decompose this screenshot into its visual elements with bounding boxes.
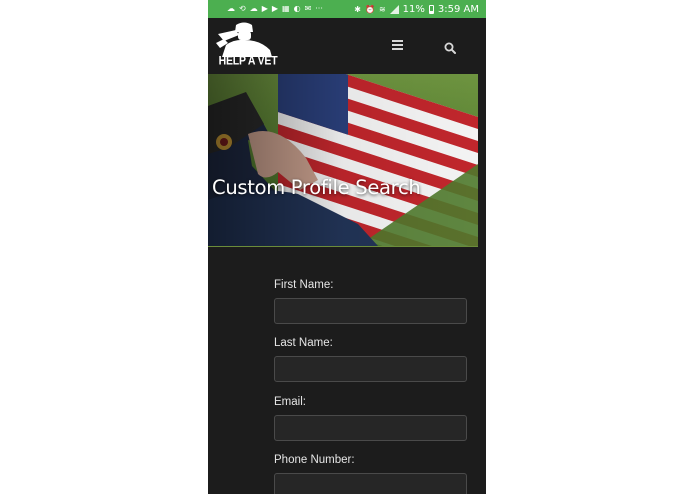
help-a-vet-logo[interactable]: HELP A VET <box>212 21 278 69</box>
phone-number-label: Phone Number: <box>274 454 355 466</box>
hamburger-menu-icon[interactable] <box>392 38 404 50</box>
page-title: Custom Profile Search <box>212 176 421 199</box>
first-name-field: First Name: <box>274 278 467 324</box>
android-icon: ◐ <box>293 4 301 13</box>
phone-screen: ☁ ⟲ ☁ ▶ ▶ ▦ ◐ ✉ ··· ✱ ⏰ ≋ 11% 3:59 AM HE… <box>208 0 486 494</box>
youtube-icon: ▶ <box>261 4 268 13</box>
cloud-icon: ☁ <box>249 4 258 13</box>
phone-number-input[interactable] <box>274 473 467 494</box>
status-bar: ☁ ⟲ ☁ ▶ ▶ ▦ ◐ ✉ ··· ✱ ⏰ ≋ 11% 3:59 AM <box>208 0 486 18</box>
cloud-icon: ☁ <box>227 4 235 13</box>
battery-percent: 11% <box>402 3 425 15</box>
search-icon[interactable] <box>444 39 456 54</box>
last-name-field: Last Name: <box>274 336 467 382</box>
last-name-input[interactable] <box>274 356 467 382</box>
veteran-flag-image <box>208 74 478 246</box>
logo-text: HELP A VET <box>218 54 278 68</box>
calendar-icon: ▦ <box>282 4 290 13</box>
phone-number-field: Phone Number: <box>274 453 467 494</box>
email-label: Email: <box>274 396 306 408</box>
email-input[interactable] <box>274 415 467 441</box>
alarm-icon: ⏰ <box>364 4 375 14</box>
saluting-soldier-icon <box>216 22 272 57</box>
last-name-label: Last Name: <box>274 337 333 349</box>
bluetooth-icon: ✱ <box>354 4 361 14</box>
clock: 3:59 AM <box>437 3 479 15</box>
sync-icon: ⟲ <box>239 4 246 13</box>
battery-icon <box>428 4 434 14</box>
hero-banner: Custom Profile Search <box>208 74 478 246</box>
site-header: HELP A VET <box>208 18 486 74</box>
signal-icon <box>389 4 399 14</box>
youtube-icon: ▶ <box>271 4 279 13</box>
gmail-icon: ✉ <box>304 4 312 13</box>
wifi-icon: ≋ <box>378 4 386 14</box>
system-status: ✱ ⏰ ≋ 11% 3:59 AM <box>354 0 479 18</box>
first-name-label: First Name: <box>274 279 334 291</box>
notification-icons: ☁ ⟲ ☁ ▶ ▶ ▦ ◐ ✉ ··· <box>208 4 323 14</box>
more-icon: ··· <box>315 4 323 13</box>
email-field: Email: <box>274 395 467 441</box>
divider <box>208 246 478 247</box>
first-name-input[interactable] <box>274 298 467 324</box>
